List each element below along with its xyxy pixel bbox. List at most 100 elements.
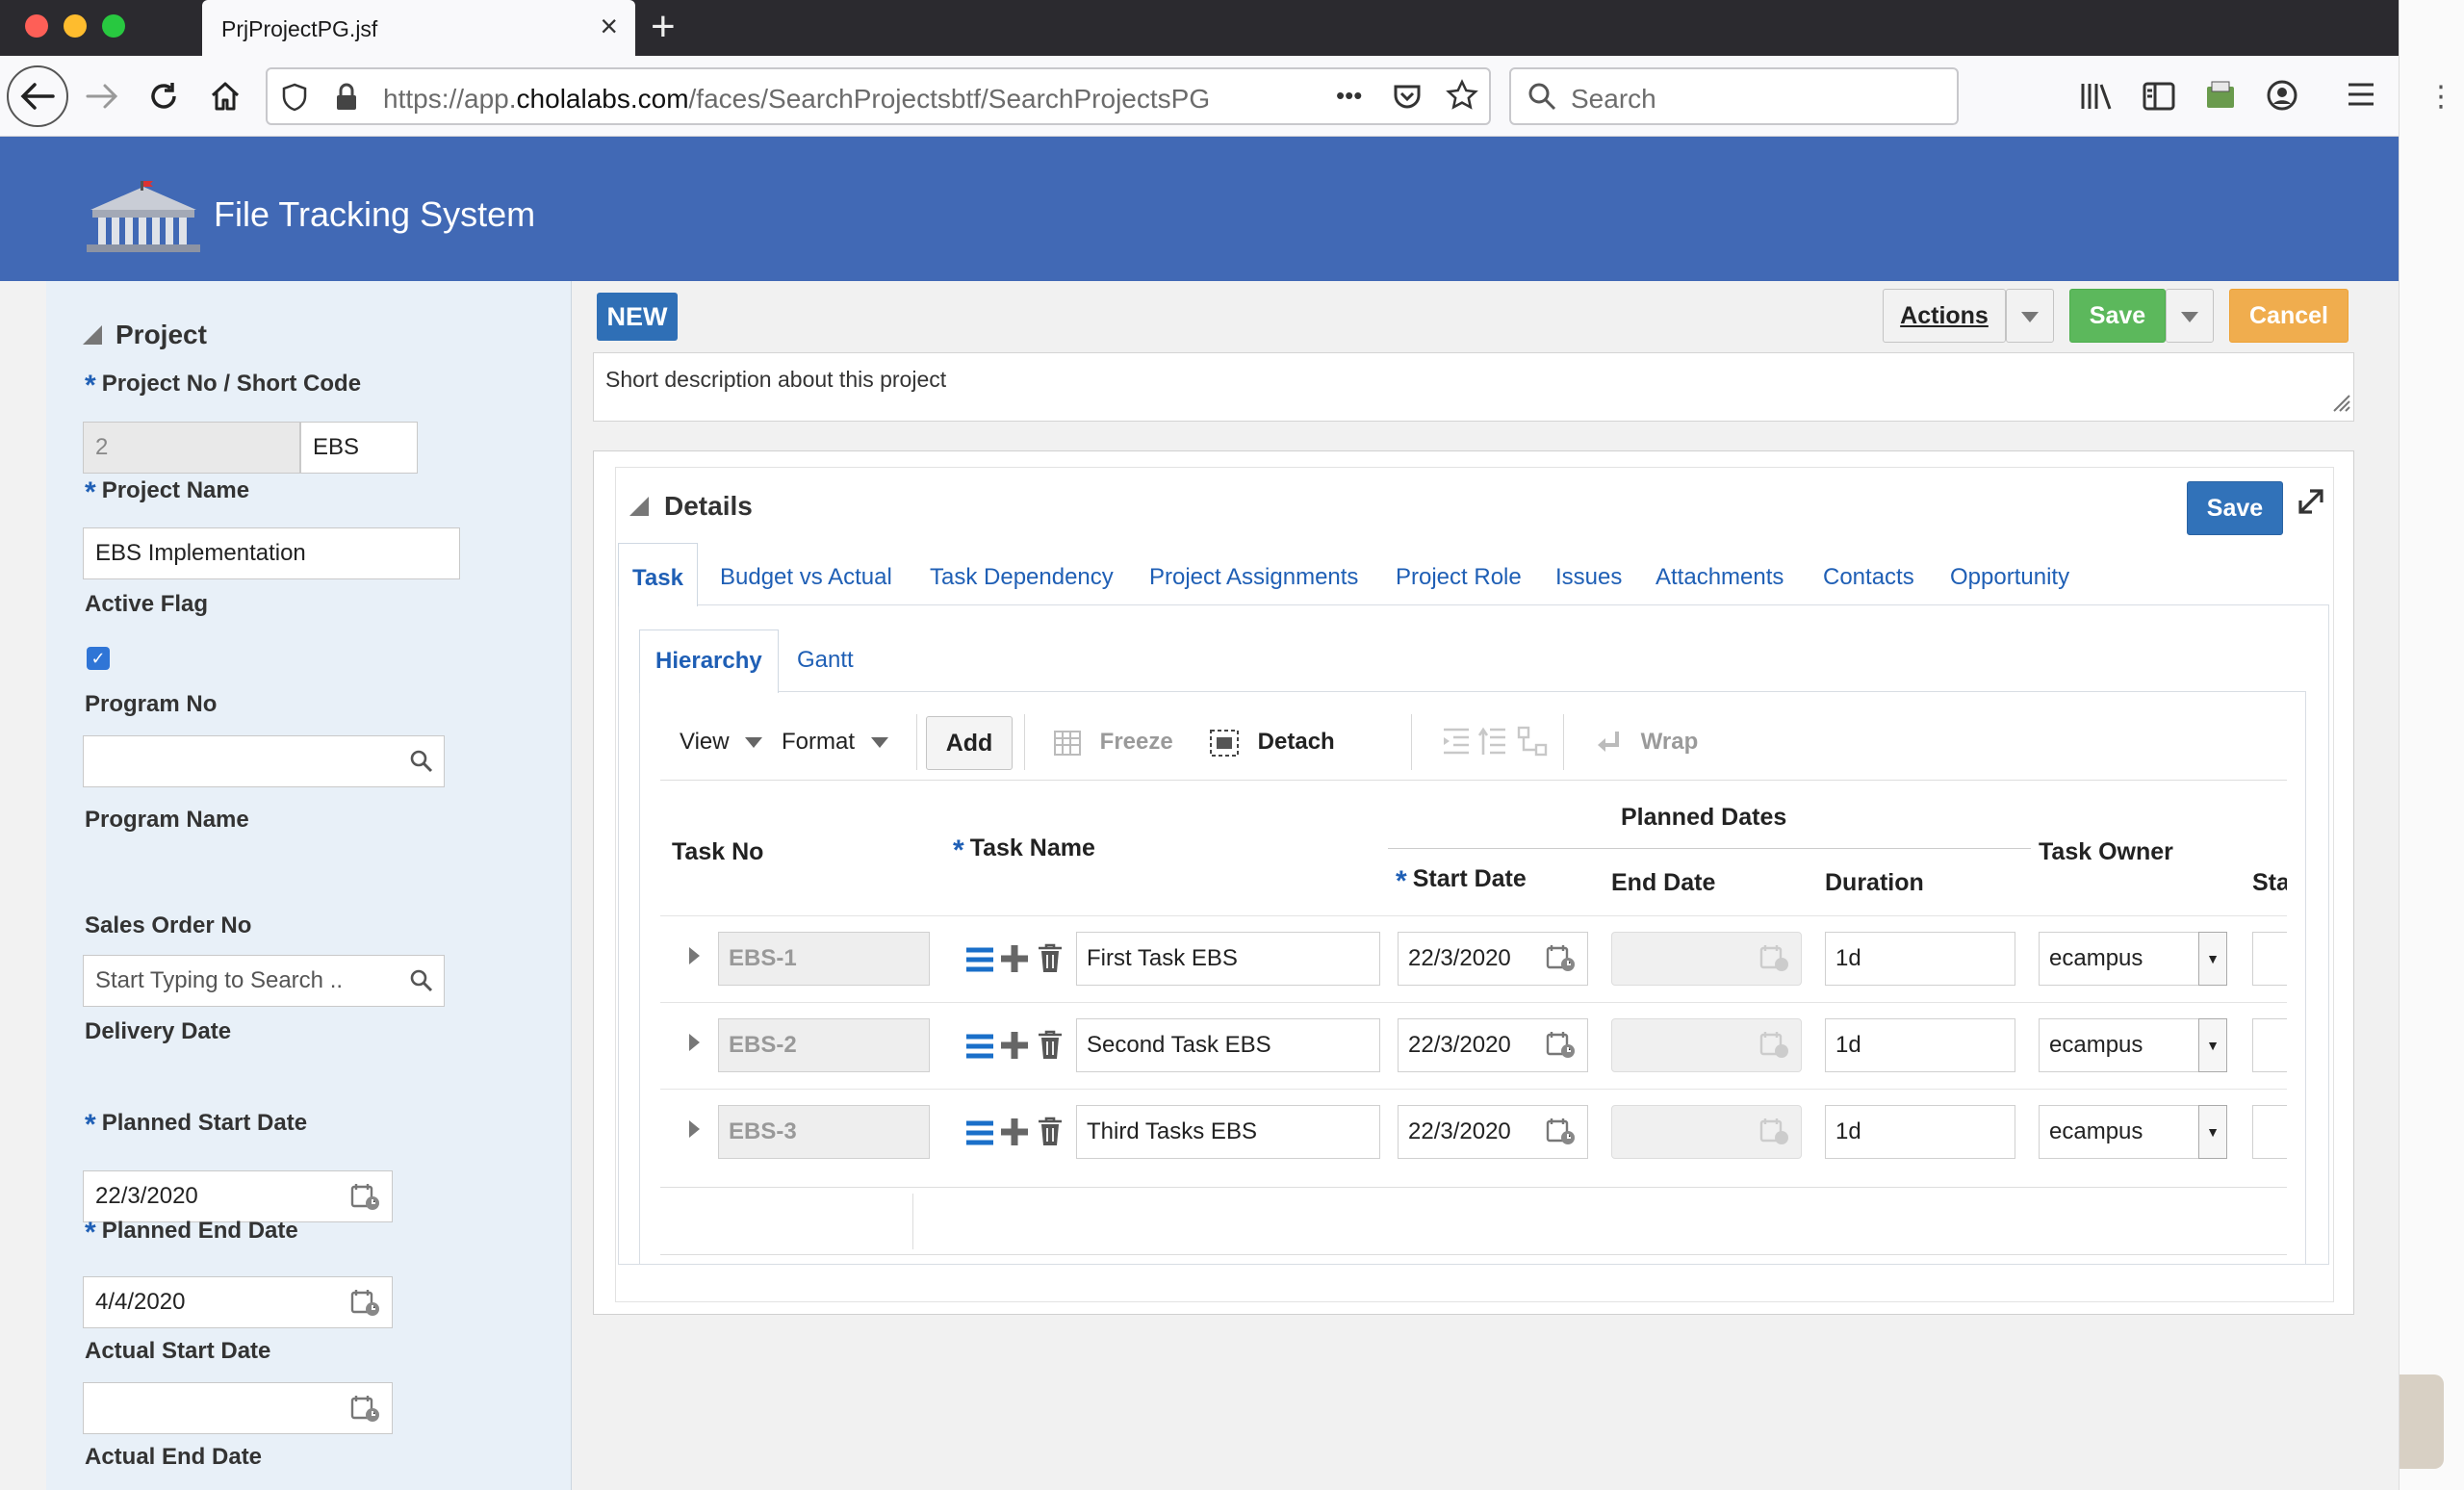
plus-icon[interactable] xyxy=(999,943,1030,979)
task-name-cell[interactable]: First Task EBS xyxy=(1076,932,1380,986)
star-icon[interactable] xyxy=(1446,79,1478,116)
extension-icon[interactable] xyxy=(2204,79,2237,116)
column-header-task-name[interactable]: * Task Name xyxy=(953,835,1095,867)
chevron-down-icon[interactable]: ▼ xyxy=(2198,1105,2227,1159)
calendar-icon[interactable] xyxy=(349,1383,382,1440)
forward-icon[interactable] xyxy=(81,75,123,117)
column-header-task-owner[interactable]: Task Owner xyxy=(2039,838,2173,866)
task-name-cell[interactable]: Third Tasks EBS xyxy=(1076,1105,1380,1159)
save-dropdown-button[interactable] xyxy=(2166,289,2214,343)
plus-icon[interactable] xyxy=(999,1117,1030,1152)
duration-cell[interactable]: 1d xyxy=(1825,932,2015,986)
column-header-status[interactable]: Sta xyxy=(2252,869,2287,897)
view-menu[interactable]: View xyxy=(680,705,763,780)
tab-contacts[interactable]: Contacts xyxy=(1823,543,1914,612)
calendar-icon[interactable] xyxy=(349,1171,382,1228)
start-date-cell[interactable]: 22/3/2020 xyxy=(1398,1018,1588,1072)
duration-cell[interactable]: 1d xyxy=(1825,1105,2015,1159)
column-header-task-no[interactable]: Task No xyxy=(672,838,763,866)
section-collapse-icon[interactable] xyxy=(83,325,102,345)
browser-search-box[interactable]: Search xyxy=(1509,67,1959,125)
close-window-button[interactable] xyxy=(25,14,48,38)
back-icon[interactable] xyxy=(7,65,68,127)
expand-row-icon[interactable] xyxy=(689,1034,700,1051)
task-name-cell[interactable]: Second Task EBS xyxy=(1076,1018,1380,1072)
minimize-window-button[interactable] xyxy=(64,14,87,38)
calendar-icon[interactable] xyxy=(1545,1019,1578,1077)
project-description[interactable]: Short description about this project xyxy=(593,352,2354,422)
expand-icon[interactable] xyxy=(2297,487,2325,521)
tab-budget-vs-actual[interactable]: Budget vs Actual xyxy=(720,543,892,612)
list-icon[interactable] xyxy=(966,1120,993,1150)
cancel-button[interactable]: Cancel xyxy=(2229,289,2348,343)
zoom-window-button[interactable] xyxy=(102,14,125,38)
status-cell[interactable] xyxy=(2252,932,2287,986)
owner-select[interactable]: ecampus ▼ xyxy=(2039,1105,2227,1159)
browser-tab[interactable]: PrjProjectPG.jsf × xyxy=(202,0,635,56)
trash-icon[interactable] xyxy=(1038,1117,1063,1152)
trash-icon[interactable] xyxy=(1038,943,1063,979)
hamburger-icon[interactable] xyxy=(2347,81,2375,113)
add-button[interactable]: Add xyxy=(926,716,1013,770)
details-save-button[interactable]: Save xyxy=(2187,481,2283,535)
save-button[interactable]: Save xyxy=(2069,289,2166,343)
planned-end-field[interactable]: 4/4/2020 xyxy=(83,1276,393,1328)
list-icon[interactable] xyxy=(966,947,993,977)
home-icon[interactable] xyxy=(204,75,246,117)
chevron-down-icon[interactable]: ▼ xyxy=(2198,932,2227,986)
calendar-icon[interactable] xyxy=(1545,933,1578,990)
search-icon[interactable] xyxy=(409,956,434,1010)
calendar-icon[interactable] xyxy=(1545,1106,1578,1164)
start-date-cell[interactable]: 22/3/2020 xyxy=(1398,932,1588,986)
table-row[interactable]: EBS-1 First Task EBS 22/3/2020 1d ecampu… xyxy=(660,915,2287,1002)
section-collapse-icon[interactable] xyxy=(629,497,649,516)
table-row[interactable]: EBS-2 Second Task EBS 22/3/2020 1d ecamp… xyxy=(660,1002,2287,1089)
duration-cell[interactable]: 1d xyxy=(1825,1018,2015,1072)
trash-icon[interactable] xyxy=(1038,1030,1063,1066)
page-actions-icon[interactable]: ••• xyxy=(1336,81,1362,111)
table-row[interactable]: EBS-3 Third Tasks EBS 22/3/2020 1d ecamp… xyxy=(660,1089,2287,1175)
column-header-start-date[interactable]: * Start Date xyxy=(1396,865,1527,898)
program-no-field[interactable] xyxy=(83,735,445,787)
actions-button[interactable]: Actions xyxy=(1883,289,2006,343)
short-code-field[interactable]: EBS xyxy=(300,422,418,474)
new-tab-icon[interactable]: + xyxy=(651,4,676,50)
tab-attachments[interactable]: Attachments xyxy=(1656,543,1784,612)
chevron-down-icon[interactable]: ▼ xyxy=(2198,1018,2227,1072)
close-tab-icon[interactable]: × xyxy=(600,10,618,42)
tab-hierarchy[interactable]: Hierarchy xyxy=(639,629,779,693)
owner-select[interactable]: ecampus ▼ xyxy=(2039,1018,2227,1072)
project-name-field[interactable]: EBS Implementation xyxy=(83,527,460,579)
resize-handle-icon[interactable] xyxy=(2330,392,2351,419)
reload-icon[interactable] xyxy=(142,75,185,117)
list-icon[interactable] xyxy=(966,1034,993,1064)
tab-project-assignments[interactable]: Project Assignments xyxy=(1149,543,1358,612)
more-vertical-icon[interactable]: ⋮ xyxy=(2426,83,2455,112)
tab-task-dependency[interactable]: Task Dependency xyxy=(930,543,1114,612)
start-date-cell[interactable]: 22/3/2020 xyxy=(1398,1105,1588,1159)
url-bar[interactable]: https://app.cholalabs.com/faces/SearchPr… xyxy=(266,67,1491,125)
calendar-icon[interactable] xyxy=(349,1277,382,1334)
tab-task[interactable]: Task xyxy=(618,543,698,606)
column-header-duration[interactable]: Duration xyxy=(1825,869,1924,897)
search-icon[interactable] xyxy=(409,736,434,790)
actual-start-field[interactable] xyxy=(83,1382,393,1434)
pocket-icon[interactable] xyxy=(1392,81,1423,116)
tab-project-role[interactable]: Project Role xyxy=(1396,543,1522,612)
tab-gantt[interactable]: Gantt xyxy=(797,629,854,691)
status-cell[interactable] xyxy=(2252,1105,2287,1159)
library-icon[interactable] xyxy=(2079,81,2114,116)
expand-row-icon[interactable] xyxy=(689,1120,700,1138)
shield-icon[interactable] xyxy=(281,83,308,116)
format-menu[interactable]: Format xyxy=(782,705,888,780)
sales-order-field[interactable]: Start Typing to Search .. xyxy=(83,955,445,1007)
owner-select[interactable]: ecampus ▼ xyxy=(2039,932,2227,986)
sidebar-icon[interactable] xyxy=(2143,81,2175,116)
planned-start-field[interactable]: 22/3/2020 xyxy=(83,1170,393,1222)
tab-issues[interactable]: Issues xyxy=(1555,543,1622,612)
actions-dropdown-button[interactable] xyxy=(2006,289,2054,343)
lock-icon[interactable] xyxy=(335,83,358,116)
plus-icon[interactable] xyxy=(999,1030,1030,1066)
status-cell[interactable] xyxy=(2252,1018,2287,1072)
url-text[interactable]: https://app.cholalabs.com/faces/SearchPr… xyxy=(383,84,1210,115)
